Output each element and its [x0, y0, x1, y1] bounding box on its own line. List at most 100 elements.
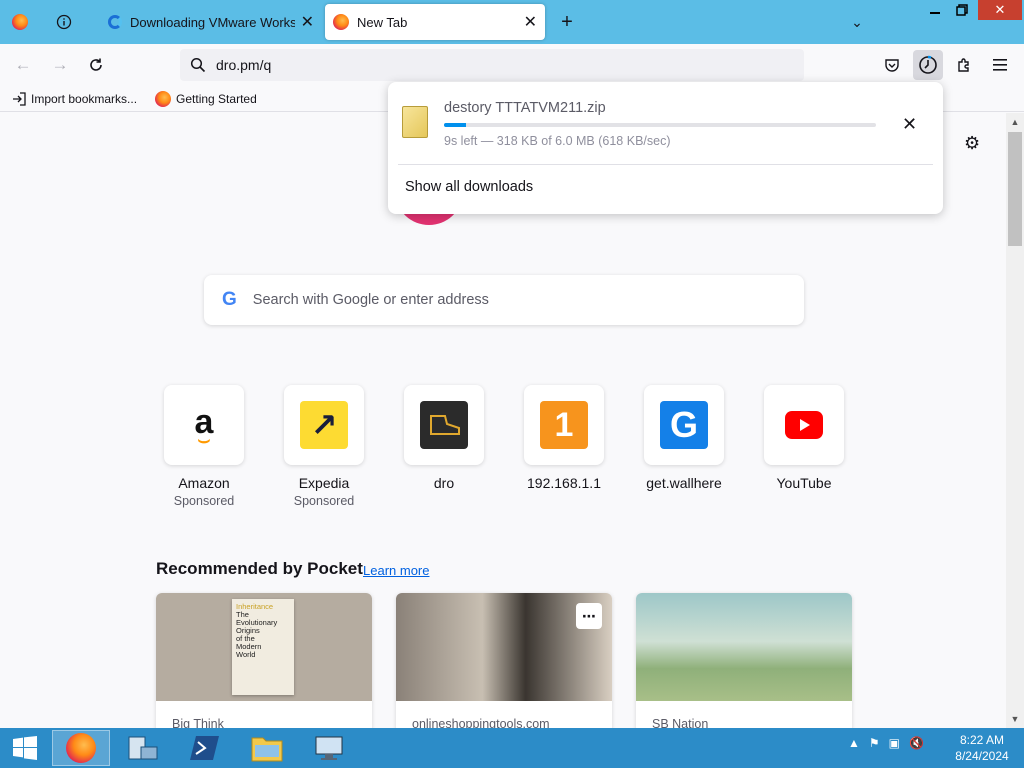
taskbar-server-manager[interactable] — [114, 730, 172, 766]
boot-icon — [420, 401, 468, 449]
start-button[interactable] — [4, 730, 46, 766]
clock-time: 8:22 AM — [959, 733, 1005, 747]
search-input[interactable]: G Search with Google or enter address — [204, 275, 804, 325]
close-tab-icon[interactable]: ✕ — [301, 12, 314, 32]
clock-date: 8/24/2024 — [955, 749, 1009, 763]
close-window-button[interactable]: ✕ — [978, 0, 1022, 20]
card-more-options-button[interactable]: ⋯ — [576, 603, 602, 629]
forward-button[interactable]: → — [45, 50, 75, 80]
powershell-icon — [190, 736, 219, 760]
top-site-name: Amazon — [178, 475, 230, 491]
extensions-button[interactable] — [949, 50, 979, 80]
book-cover-image: Inheritance The Evolutionary Origins of … — [232, 599, 294, 695]
downloads-button[interactable] — [913, 50, 943, 80]
taskbar-powershell[interactable] — [176, 730, 234, 766]
top-site-tile[interactable]: G — [644, 385, 724, 465]
taskbar-remote-desktop[interactable] — [300, 730, 358, 766]
pocket-button[interactable] — [877, 50, 907, 80]
top-site-name: Expedia — [298, 475, 350, 491]
restore-button[interactable] — [949, 0, 975, 20]
card-source: Big Think — [172, 717, 224, 728]
pocket-card[interactable]: Inheritance The Evolutionary Origins of … — [156, 593, 372, 728]
card-image: Inheritance The Evolutionary Origins of … — [156, 593, 372, 701]
navigation-toolbar: ← → dro.pm/q — [0, 44, 1024, 86]
info-icon[interactable] — [49, 6, 79, 38]
download-filename[interactable]: destory TTTATVM211.zip — [444, 100, 606, 116]
pocket-learn-more-link[interactable]: Learn more — [363, 563, 429, 578]
taskbar-clock[interactable]: 8:22 AM 8/24/2024 — [944, 732, 1020, 764]
taskbar-firefox[interactable] — [52, 730, 110, 766]
card-image — [636, 593, 852, 701]
bookmark-label: Import bookmarks... — [31, 91, 138, 106]
puzzle-icon — [957, 57, 969, 72]
scrollbar-thumb[interactable] — [1008, 132, 1022, 246]
top-site-tile[interactable]: a ⌣ — [164, 385, 244, 465]
tab-strip: Downloading VMware Workstation ✕ New Tab… — [0, 0, 1024, 44]
top-site-tile[interactable] — [404, 385, 484, 465]
download-status: 9s left — 318 KB of 6.0 MB (618 KB/sec) — [444, 134, 671, 148]
back-button[interactable]: ← — [8, 50, 38, 80]
download-progress-bar — [444, 123, 876, 127]
pocket-card[interactable]: ⋯ onlineshoppingtools.com — [396, 593, 612, 728]
settings-gear-icon[interactable]: ⚙ — [964, 133, 980, 154]
download-progress-fill — [444, 123, 466, 127]
new-tab-button[interactable]: + — [552, 6, 582, 38]
expedia-icon: ↗ — [300, 401, 348, 449]
card-source: SB Nation — [652, 717, 709, 728]
tab-new-tab[interactable]: New Tab ✕ — [325, 4, 545, 40]
top-site-tile[interactable] — [764, 385, 844, 465]
top-site-get-wallhere[interactable]: G get.wallhere — [644, 385, 724, 491]
firefox-icon — [333, 14, 349, 30]
url-text[interactable]: dro.pm/q — [216, 57, 271, 73]
firefox-icon — [66, 733, 96, 763]
number-one-icon: 1 — [540, 401, 588, 449]
scroll-down-arrow-icon[interactable]: ▼ — [1006, 710, 1024, 728]
downloads-panel: destory TTTATVM211.zip 9s left — 318 KB … — [388, 82, 943, 214]
folder-icon — [251, 737, 283, 762]
top-site-youtube[interactable]: YouTube — [764, 385, 844, 491]
show-hidden-icons-chevron-icon[interactable]: ▲ — [848, 736, 860, 750]
book-cover-line: World — [236, 650, 256, 659]
divider — [398, 164, 933, 165]
tab-downloading-vmware[interactable]: Downloading VMware Workstation ✕ — [100, 4, 322, 40]
youtube-icon — [780, 401, 828, 449]
network-computer-icon — [315, 736, 343, 760]
minimize-button[interactable] — [922, 0, 948, 20]
show-all-downloads-button[interactable]: Show all downloads — [405, 179, 533, 195]
tab-title: New Tab — [357, 14, 408, 30]
network-icon[interactable]: ▣ — [889, 736, 900, 750]
pocket-card[interactable]: SB Nation — [636, 593, 852, 728]
amazon-icon: a ⌣ — [180, 401, 228, 450]
vmware-site-icon — [108, 15, 122, 29]
menu-button[interactable] — [985, 50, 1015, 80]
firefox-icon — [155, 90, 172, 107]
scroll-up-arrow-icon[interactable]: ▲ — [1006, 113, 1024, 131]
reload-button[interactable] — [81, 50, 111, 80]
top-site-tile[interactable]: 1 — [524, 385, 604, 465]
system-tray: ▲ ⚑ ▣ 🔇 — [848, 736, 924, 750]
taskbar-file-explorer[interactable] — [238, 730, 296, 766]
bookmark-getting-started[interactable]: Getting Started — [155, 90, 257, 107]
server-manager-icon — [128, 736, 158, 760]
bookmark-import[interactable]: Import bookmarks... — [12, 92, 137, 106]
list-all-tabs-chevron-icon[interactable]: ⌄ — [842, 6, 872, 38]
top-site-192-168-1-1[interactable]: 1 192.168.1.1 — [524, 385, 604, 491]
top-site-tile[interactable]: ↗ — [284, 385, 364, 465]
top-site-dro[interactable]: dro — [404, 385, 484, 491]
firefox-view-button[interactable] — [5, 6, 35, 38]
volume-muted-icon[interactable]: 🔇 — [909, 736, 924, 750]
card-source: onlineshoppingtools.com — [412, 717, 550, 728]
cancel-download-close-icon[interactable]: ✕ — [902, 114, 917, 135]
zip-file-icon — [402, 106, 428, 138]
top-site-name: 192.168.1.1 — [527, 475, 601, 491]
url-bar[interactable]: dro.pm/q — [180, 49, 804, 81]
search-icon — [190, 57, 206, 73]
top-site-name: YouTube — [776, 475, 832, 491]
wallhere-icon: G — [660, 401, 708, 449]
close-tab-icon[interactable]: ✕ — [524, 12, 537, 32]
action-center-flag-icon[interactable]: ⚑ — [869, 736, 880, 750]
top-site-amazon[interactable]: a ⌣ Amazon Sponsored — [164, 385, 244, 508]
top-site-expedia[interactable]: ↗ Expedia Sponsored — [284, 385, 364, 508]
top-site-name: dro — [433, 475, 455, 491]
reload-icon — [90, 58, 102, 71]
